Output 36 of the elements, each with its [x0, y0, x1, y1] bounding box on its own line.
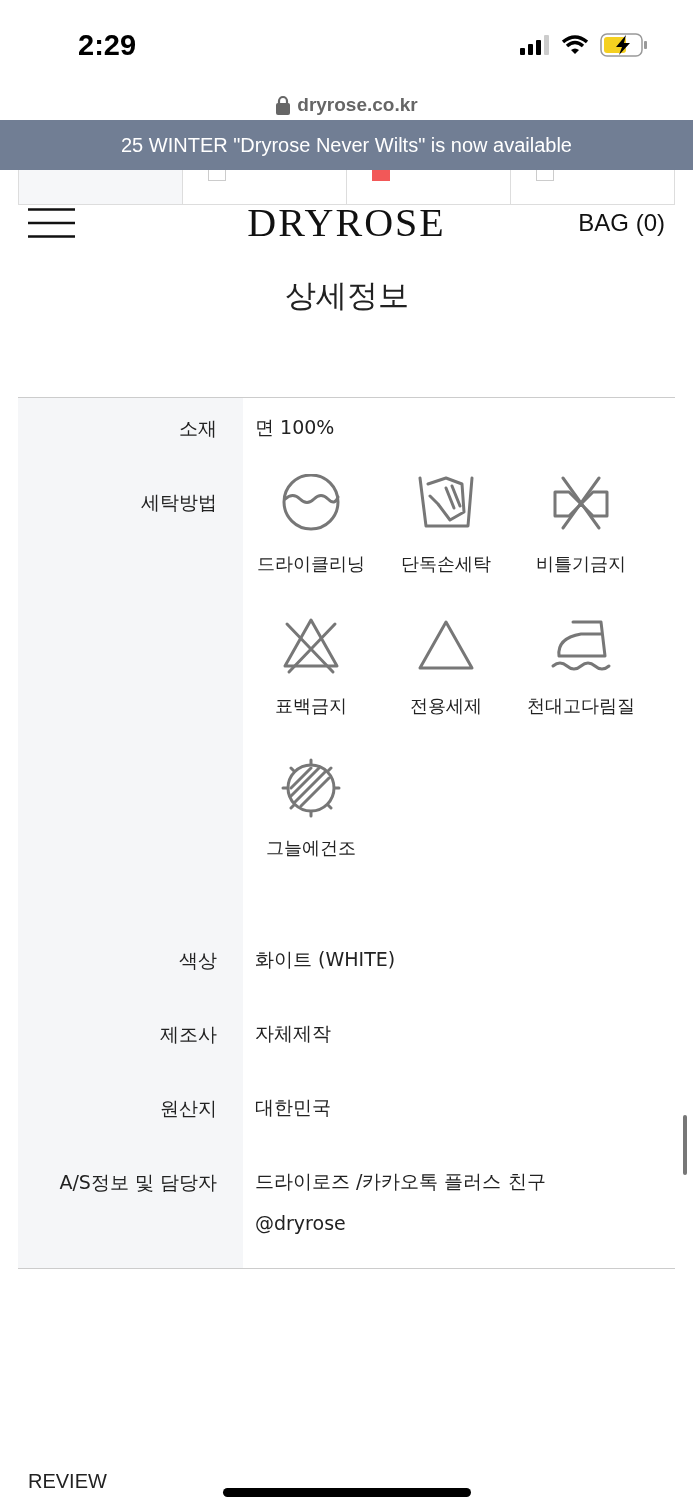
option-checkbox[interactable] [536, 170, 554, 181]
option-checkbox[interactable] [372, 170, 390, 181]
signal-icon [520, 35, 550, 55]
care-label: 천대고다림질 [526, 694, 635, 718]
detail-label: A/S정보 및 담당자 [59, 1171, 217, 1193]
review-heading: REVIEW [28, 1470, 107, 1493]
url-text[interactable]: dryrose.co.kr [297, 94, 418, 116]
status-time: 2:29 [78, 28, 137, 62]
detail-value: @dryrose [255, 1212, 346, 1234]
option-checkbox[interactable] [208, 170, 226, 181]
detail-value: 화이트 (WHITE) [255, 948, 396, 970]
detail-value: 자체제작 [255, 1022, 331, 1044]
section-title: 상세정보 [283, 276, 410, 315]
care-label: 비틀기금지 [535, 552, 626, 576]
lock-icon [275, 95, 292, 115]
care-label: 단독손세탁 [400, 552, 491, 576]
detail-value: 드라이로즈 /카카오톡 플러스 친구 [255, 1170, 546, 1192]
detail-label: 세탁방법 [141, 491, 217, 513]
wifi-icon [562, 35, 588, 55]
battery-charging-icon [600, 33, 648, 57]
care-label: 그늘에건조 [265, 836, 356, 860]
detail-label: 소재 [179, 417, 217, 439]
detail-label: 제조사 [160, 1023, 217, 1045]
detail-value: 면 100% [255, 416, 335, 438]
care-label: 전용세제 [409, 694, 482, 718]
detail-label: 색상 [179, 949, 217, 971]
menu-icon[interactable] [28, 207, 75, 238]
brand-logo[interactable]: DRYROSE [247, 199, 446, 246]
bag-link[interactable]: BAG (0) [578, 208, 665, 237]
detail-label: 원산지 [160, 1097, 217, 1119]
scrollbar [683, 1115, 687, 1175]
detail-value: 대한민국 [255, 1096, 331, 1118]
banner-text: 25 WINTER "Dryrose Never Wilts" is now available [121, 133, 572, 157]
care-label: 드라이클리닝 [256, 552, 365, 576]
care-label: 표백금지 [274, 694, 347, 718]
shaded-circle-icon [279, 758, 342, 818]
